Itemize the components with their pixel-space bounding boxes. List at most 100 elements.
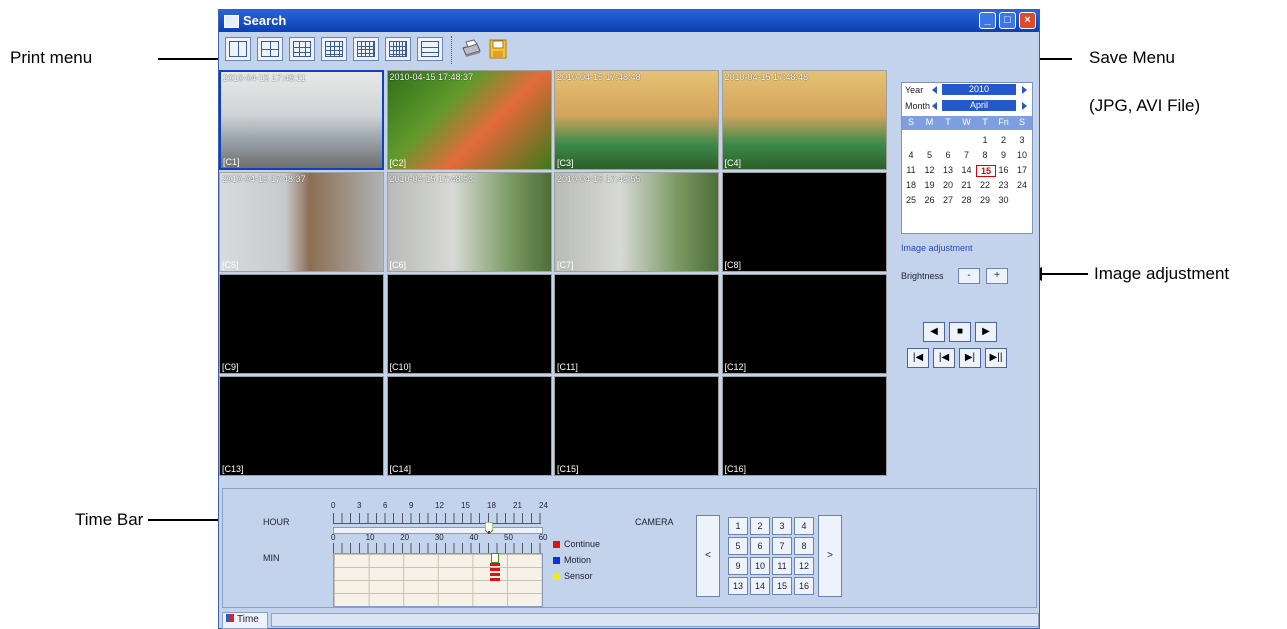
layout-1x1-icon[interactable]: [225, 37, 251, 61]
camera-number-button[interactable]: 8: [794, 537, 814, 555]
calendar-day[interactable]: 28: [958, 195, 976, 205]
camera-tile[interactable]: [C15]: [554, 376, 719, 476]
calendar-day[interactable]: 30: [995, 195, 1013, 205]
go-first-button[interactable]: |◀: [907, 348, 929, 368]
camera-number-button[interactable]: 12: [794, 557, 814, 575]
layout-wide-icon[interactable]: [417, 37, 443, 61]
layout-4x4-icon[interactable]: [321, 37, 347, 61]
calendar-day[interactable]: 11: [902, 165, 920, 175]
calendar-day[interactable]: 24: [1013, 180, 1031, 190]
calendar-day[interactable]: 7: [958, 150, 976, 160]
calendar-day[interactable]: 8: [976, 150, 994, 160]
camera-number-button[interactable]: 13: [728, 577, 748, 595]
calendar-day[interactable]: 4: [902, 150, 920, 160]
camera-number-button[interactable]: 2: [750, 517, 770, 535]
tab-time[interactable]: Time: [222, 612, 268, 629]
camera-number-button[interactable]: 3: [772, 517, 792, 535]
camera-number-button[interactable]: 5: [728, 537, 748, 555]
camera-number-button[interactable]: 9: [728, 557, 748, 575]
calendar-day[interactable]: 23: [995, 180, 1013, 190]
camera-tile[interactable]: 2010-04-15 17:48:11 [C1]: [219, 70, 384, 170]
month-next-icon[interactable]: [1022, 102, 1027, 110]
calendar-day[interactable]: 18: [902, 180, 920, 190]
camera-tile[interactable]: [C14]: [386, 376, 552, 476]
calendar-day[interactable]: 20: [939, 180, 957, 190]
camera-tile[interactable]: [C12]: [721, 274, 887, 374]
minimize-button[interactable]: _: [979, 12, 996, 29]
camera-tile[interactable]: 2010-04-15 17:48:37 [C5]: [219, 172, 384, 272]
camera-tile[interactable]: [C10]: [386, 274, 552, 374]
camera-tile[interactable]: [C16]: [721, 376, 887, 476]
camera-tile[interactable]: 2010-04-15 17:48:55 [C7]: [554, 172, 719, 272]
minute-timeline[interactable]: [333, 553, 543, 607]
camera-number-button[interactable]: 16: [794, 577, 814, 595]
camera-next-button[interactable]: >: [818, 515, 842, 597]
hour-slider-thumb[interactable]: [484, 521, 494, 535]
weekday-label: M: [925, 117, 934, 127]
camera-tile[interactable]: [C13]: [219, 376, 384, 476]
camera-number-button[interactable]: 1: [728, 517, 748, 535]
camera-number-button[interactable]: 14: [750, 577, 770, 595]
camera-tile[interactable]: 2010-04-15 17:48:53 [C6]: [386, 172, 552, 272]
camera-number-button[interactable]: 7: [772, 537, 792, 555]
calendar-day[interactable]: 25: [902, 195, 920, 205]
camera-tile[interactable]: [C8]: [721, 172, 887, 272]
calendar-day[interactable]: 2: [995, 135, 1013, 145]
calendar-day[interactable]: 9: [995, 150, 1013, 160]
step-forward-button[interactable]: ▶|: [959, 348, 981, 368]
camera-prev-button[interactable]: <: [696, 515, 720, 597]
calendar-day[interactable]: 1: [976, 135, 994, 145]
calendar-day[interactable]: 19: [921, 180, 939, 190]
camera-tile[interactable]: 2010-04-15 17:48:48 [C3]: [554, 70, 719, 170]
play-button[interactable]: ▶: [975, 322, 997, 342]
step-back-button[interactable]: |◀: [933, 348, 955, 368]
horizontal-scrollbar[interactable]: [271, 613, 1039, 627]
calendar-day[interactable]: 26: [921, 195, 939, 205]
month-prev-icon[interactable]: [932, 102, 937, 110]
calendar-day[interactable]: 22: [976, 180, 994, 190]
camera-number-button[interactable]: 10: [750, 557, 770, 575]
camera-tile[interactable]: [C11]: [554, 274, 719, 374]
calendar-day[interactable]: 5: [921, 150, 939, 160]
hour-tick-label: 15: [461, 501, 470, 510]
calendar-day[interactable]: 16: [995, 165, 1013, 175]
calendar-day[interactable]: 21: [958, 180, 976, 190]
maximize-button[interactable]: □: [999, 12, 1016, 29]
calendar-day[interactable]: 14: [958, 165, 976, 175]
layout-3x3-icon[interactable]: [289, 37, 315, 61]
go-last-button[interactable]: ▶||: [985, 348, 1007, 368]
calendar-day[interactable]: 17: [1013, 165, 1031, 175]
camera-number-button[interactable]: 15: [772, 577, 792, 595]
camera-number-button[interactable]: 4: [794, 517, 814, 535]
save-icon[interactable]: [487, 38, 509, 60]
calendar-day[interactable]: 13: [939, 165, 957, 175]
brightness-plus-button[interactable]: +: [986, 268, 1008, 284]
stop-button[interactable]: ■: [949, 322, 971, 342]
calendar-day[interactable]: 29: [976, 195, 994, 205]
reverse-play-button[interactable]: ◀: [923, 322, 945, 342]
print-icon[interactable]: [459, 39, 481, 59]
calendar-day[interactable]: 6: [939, 150, 957, 160]
month-value[interactable]: April: [942, 100, 1016, 111]
minute-slider-thumb[interactable]: [491, 553, 499, 563]
layout-6x6-icon[interactable]: [385, 37, 411, 61]
camera-number-button[interactable]: 6: [750, 537, 770, 555]
camera-tile[interactable]: 2010-04-15 17:48:37 [C2]: [386, 70, 552, 170]
camera-tile[interactable]: 2010-04-15 17:48:48 [C4]: [721, 70, 887, 170]
layout-2x2-icon[interactable]: [257, 37, 283, 61]
layout-5x5-icon[interactable]: [353, 37, 379, 61]
calendar-day[interactable]: 15: [976, 165, 996, 177]
brightness-minus-button[interactable]: -: [958, 268, 980, 284]
calendar-day[interactable]: 27: [939, 195, 957, 205]
camera-number-button[interactable]: 11: [772, 557, 792, 575]
calendar-day[interactable]: 12: [921, 165, 939, 175]
year-next-icon[interactable]: [1022, 86, 1027, 94]
calendar-day[interactable]: 10: [1013, 150, 1031, 160]
year-value[interactable]: 2010: [942, 84, 1016, 95]
close-button[interactable]: ×: [1019, 12, 1036, 29]
print-menu-callout: Print menu: [10, 48, 93, 67]
calendar-day[interactable]: 3: [1013, 135, 1031, 145]
camera-timestamp: 2010-04-15 17:48:48: [724, 72, 809, 82]
year-prev-icon[interactable]: [932, 86, 937, 94]
camera-tile[interactable]: [C9]: [219, 274, 384, 374]
